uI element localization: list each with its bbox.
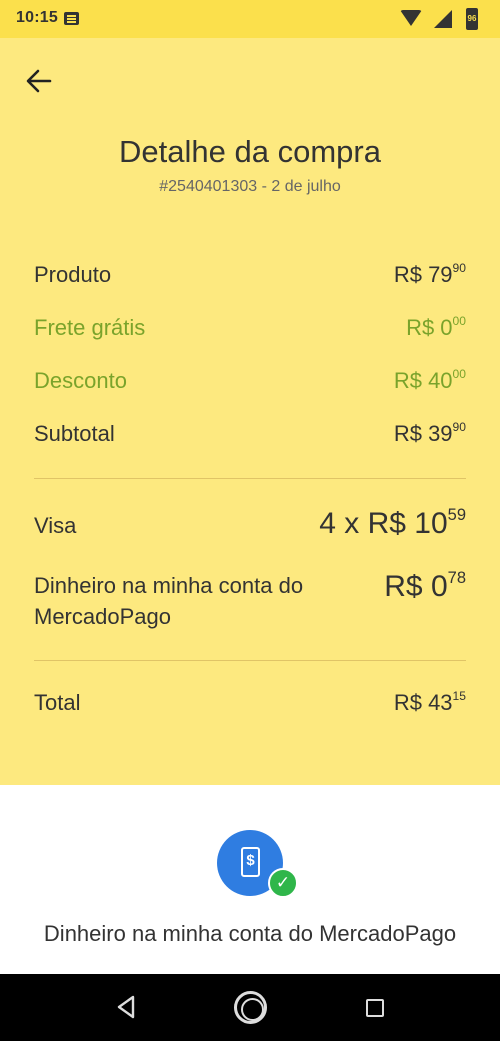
arrow-left-icon: [26, 69, 52, 93]
subtotal-label: Subtotal: [34, 421, 115, 446]
battery-icon: 96: [466, 8, 478, 30]
total-label: Total: [34, 690, 81, 715]
total-value: R$ 4315: [394, 690, 466, 716]
recent-apps-square-icon[interactable]: [366, 999, 384, 1017]
page-title: Detalhe da compra: [119, 134, 381, 169]
purchase-detail-panel: Detalhe da compra #2540401303 - 2 de jul…: [0, 38, 500, 785]
produto-amount: R$ 79: [393, 262, 453, 287]
status-icons: 96: [388, 8, 478, 30]
produto-label: Produto: [34, 262, 112, 287]
signal-icon: [434, 10, 452, 28]
navigation-bar: [0, 974, 500, 1041]
status-time: 10:15: [16, 9, 58, 26]
frete-value: R$ 000: [406, 315, 466, 341]
visa-value: 4 x R$ 1059: [319, 507, 466, 541]
payment-method-section: $ ✓ Dinheiro na minha conta do MercadoPa…: [0, 785, 500, 974]
desconto-value: R$ 4000: [394, 368, 466, 394]
total-amount: R$ 43: [393, 690, 453, 715]
back-triangle-icon[interactable]: [114, 994, 138, 1020]
status-bar: 10:15 96: [0, 0, 500, 38]
desconto-label: Desconto: [34, 368, 127, 393]
wifi-icon: [400, 10, 422, 26]
frete-label: Frete grátis: [34, 315, 146, 340]
desconto-cents: 00: [452, 367, 466, 382]
frete-cents: 00: [452, 314, 466, 329]
account-money-label: Dinheiro na minha conta do MercadoPago: [34, 573, 304, 629]
desconto-amount: R$ 40: [393, 368, 453, 393]
visa-cents: 59: [447, 506, 466, 525]
produto-cents: 90: [452, 261, 466, 276]
account-money-cents: 78: [447, 569, 466, 588]
message-icon: [64, 12, 79, 25]
total-cents: 15: [452, 689, 466, 704]
divider: [34, 660, 466, 661]
account-money-value: R$ 078: [384, 570, 466, 604]
subtotal-value: R$ 3990: [394, 421, 466, 447]
produto-value: R$ 7990: [394, 262, 466, 288]
visa-label: Visa: [34, 513, 77, 538]
frete-amount: R$ 0: [406, 315, 453, 340]
visa-amount: 4 x R$ 10: [319, 507, 448, 540]
account-money-amount: R$ 0: [384, 570, 448, 603]
phone-icon: $: [241, 847, 260, 877]
payment-method-label: Dinheiro na minha conta do MercadoPago: [43, 921, 457, 946]
back-button[interactable]: [22, 64, 56, 98]
subtotal-cents: 90: [452, 420, 466, 435]
subtotal-amount: R$ 39: [393, 421, 453, 446]
home-circle-icon[interactable]: [234, 991, 267, 1024]
check-icon: ✓: [268, 868, 298, 898]
divider: [34, 478, 466, 479]
order-number: #2540401303 - 2 de julho: [159, 178, 341, 195]
